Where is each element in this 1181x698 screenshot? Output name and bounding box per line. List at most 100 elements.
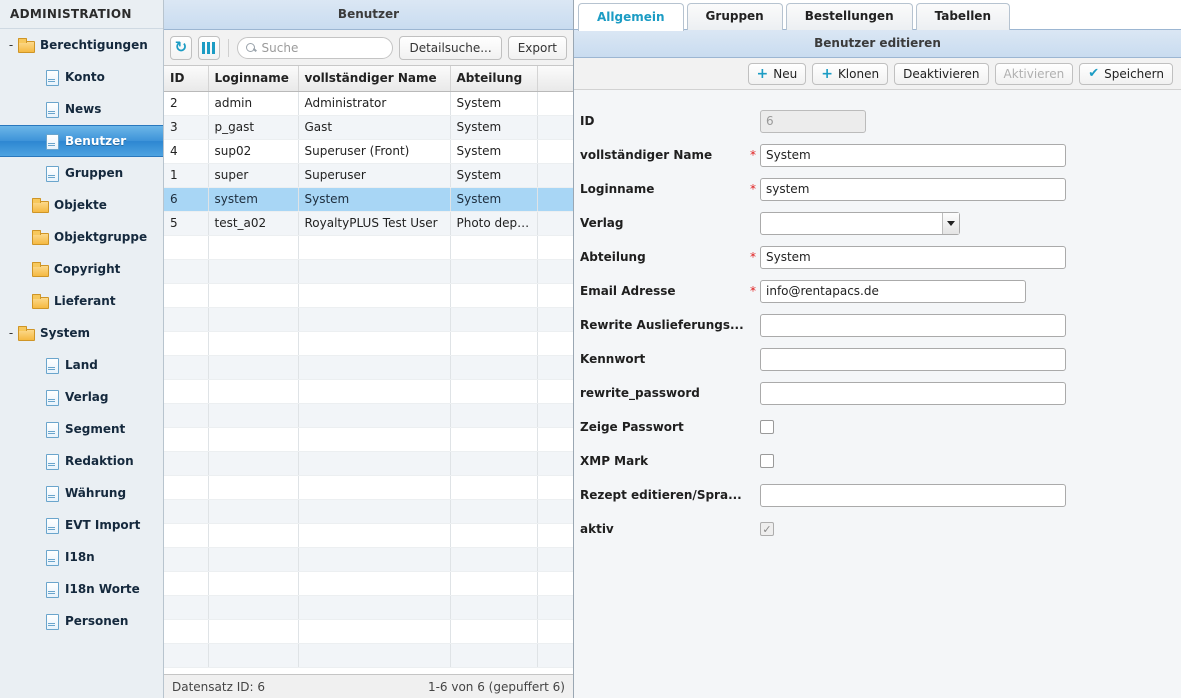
- table-cell: super: [208, 163, 298, 187]
- sidebar-item-i18n-worte[interactable]: I18n Worte: [0, 573, 163, 605]
- field-label: Rezept editieren/Spra...: [580, 488, 750, 502]
- sidebar-item-objekte[interactable]: Objekte: [0, 189, 163, 221]
- table-row-empty[interactable]: [164, 235, 573, 259]
- table-cell-empty: [164, 619, 208, 643]
- sidebar-item-copyright[interactable]: Copyright: [0, 253, 163, 285]
- sidebar-item-benutzer[interactable]: Benutzer: [0, 125, 163, 157]
- rezept-editieren-spra-input[interactable]: [760, 484, 1066, 507]
- sidebar-item-segment[interactable]: Segment: [0, 413, 163, 445]
- column-header[interactable]: Abteilung: [450, 66, 537, 91]
- sidebar-item-land[interactable]: Land: [0, 349, 163, 381]
- table-row-empty[interactable]: [164, 451, 573, 475]
- table-cell-empty: [537, 403, 573, 427]
- xmp-mark-checkbox[interactable]: [760, 454, 774, 468]
- table-cell-empty: [450, 571, 537, 595]
- kennwort-input[interactable]: [760, 348, 1066, 371]
- table-row-empty[interactable]: [164, 427, 573, 451]
- table-row[interactable]: 1superSuperuserSystem: [164, 163, 573, 187]
- abteilung-input[interactable]: [760, 246, 1066, 269]
- export-button[interactable]: Export: [508, 36, 567, 60]
- table-row-empty[interactable]: [164, 619, 573, 643]
- neu-button[interactable]: +Neu: [748, 63, 807, 85]
- zeige-passwort-checkbox[interactable]: [760, 420, 774, 434]
- table-row-empty[interactable]: [164, 355, 573, 379]
- table-row-empty[interactable]: [164, 571, 573, 595]
- table-cell-empty: [450, 643, 537, 667]
- column-header[interactable]: ID: [164, 66, 208, 91]
- speichern-button[interactable]: ✔Speichern: [1079, 63, 1173, 85]
- table-row-empty[interactable]: [164, 595, 573, 619]
- tree-collapse-toggle[interactable]: -: [4, 38, 18, 52]
- column-header[interactable]: Loginname: [208, 66, 298, 91]
- grid-scroll-area[interactable]: IDLoginnamevollständiger NameAbteilung 2…: [164, 66, 573, 674]
- sidebar-item-verlag[interactable]: Verlag: [0, 381, 163, 413]
- form-row-abteilung: Abteilung*: [574, 240, 1181, 274]
- sidebar-item-evt-import[interactable]: EVT Import: [0, 509, 163, 541]
- table-row[interactable]: 2adminAdministratorSystem: [164, 91, 573, 115]
- rewrite-password-input[interactable]: [760, 382, 1066, 405]
- chevron-down-icon[interactable]: [942, 213, 959, 234]
- sidebar-item-personen[interactable]: Personen: [0, 605, 163, 637]
- table-row[interactable]: 6systemSystemSystem: [164, 187, 573, 211]
- form-title: Benutzer editieren: [574, 30, 1181, 58]
- search-input[interactable]: [260, 40, 385, 56]
- loginname-input[interactable]: [760, 178, 1066, 201]
- sidebar-item-news[interactable]: News: [0, 93, 163, 125]
- table-cell-empty: [164, 475, 208, 499]
- sidebar-item-i18n[interactable]: I18n: [0, 541, 163, 573]
- sidebar-item-system[interactable]: -System: [0, 317, 163, 349]
- refresh-button[interactable]: ↻: [170, 36, 192, 60]
- sidebar-item-gruppen[interactable]: Gruppen: [0, 157, 163, 189]
- sidebar-item-label: Objektgruppe: [54, 230, 147, 244]
- table-cell: System: [450, 139, 537, 163]
- deaktivieren-button[interactable]: Deaktivieren: [894, 63, 988, 85]
- vollst-ndiger-name-input[interactable]: [760, 144, 1066, 167]
- search-icon: [246, 43, 255, 52]
- table-cell: 3: [164, 115, 208, 139]
- sidebar-item-objektgruppe[interactable]: Objektgruppe: [0, 221, 163, 253]
- table-row-empty[interactable]: [164, 547, 573, 571]
- table-row-empty[interactable]: [164, 523, 573, 547]
- rewrite-auslieferungs-input[interactable]: [760, 314, 1066, 337]
- form-row-rewrite-password: rewrite_password: [574, 376, 1181, 410]
- column-header[interactable]: vollständiger Name: [298, 66, 450, 91]
- sidebar-item-berechtigungen[interactable]: -Berechtigungen: [0, 29, 163, 61]
- table-cell-empty: [164, 379, 208, 403]
- tree-collapse-toggle[interactable]: -: [4, 326, 18, 340]
- table-row-empty[interactable]: [164, 643, 573, 667]
- table-row-empty[interactable]: [164, 259, 573, 283]
- table-row-empty[interactable]: [164, 307, 573, 331]
- table-cell-empty: [537, 547, 573, 571]
- table-row-empty[interactable]: [164, 403, 573, 427]
- sidebar-item-redaktion[interactable]: Redaktion: [0, 445, 163, 477]
- field-label: XMP Mark: [580, 454, 750, 468]
- search-field[interactable]: [237, 37, 394, 59]
- columns-button[interactable]: [198, 36, 220, 60]
- field-control: ✓: [760, 522, 774, 536]
- column-header[interactable]: [537, 66, 573, 91]
- table-row-empty[interactable]: [164, 499, 573, 523]
- table-cell-empty: [208, 547, 298, 571]
- verlag-select[interactable]: [760, 212, 960, 235]
- table-row-empty[interactable]: [164, 331, 573, 355]
- table-row-empty[interactable]: [164, 379, 573, 403]
- table-cell-empty: [208, 475, 298, 499]
- field-label: Kennwort: [580, 352, 750, 366]
- tab-bestellungen[interactable]: Bestellungen: [786, 3, 913, 30]
- email-adresse-input[interactable]: [760, 280, 1026, 303]
- sidebar-item-w-hrung[interactable]: Währung: [0, 477, 163, 509]
- detail-search-button[interactable]: Detailsuche...: [399, 36, 501, 60]
- sidebar-item-lieferant[interactable]: Lieferant: [0, 285, 163, 317]
- tab-gruppen[interactable]: Gruppen: [687, 3, 783, 30]
- tab-tabellen[interactable]: Tabellen: [916, 3, 1010, 30]
- sidebar-item-label: Gruppen: [65, 166, 123, 180]
- table-row[interactable]: 5test_a02RoyaltyPLUS Test UserPhoto depa…: [164, 211, 573, 235]
- table-row-empty[interactable]: [164, 475, 573, 499]
- sidebar-item-konto[interactable]: Konto: [0, 61, 163, 93]
- table-cell-empty: [164, 307, 208, 331]
- table-row[interactable]: 3p_gastGastSystem: [164, 115, 573, 139]
- table-row[interactable]: 4sup02Superuser (Front)System: [164, 139, 573, 163]
- table-row-empty[interactable]: [164, 283, 573, 307]
- tab-allgemein[interactable]: Allgemein: [578, 3, 684, 31]
- klonen-button[interactable]: +Klonen: [812, 63, 888, 85]
